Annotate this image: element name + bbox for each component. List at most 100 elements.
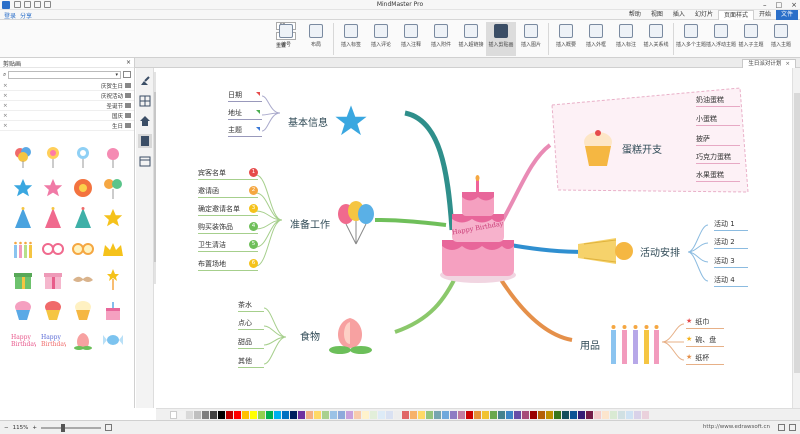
color-swatch[interactable] (490, 410, 497, 419)
color-swatch[interactable] (386, 410, 393, 419)
insert-topic-button[interactable]: 插入主题 (766, 22, 796, 56)
color-swatch[interactable] (586, 410, 593, 419)
party-hat-icon[interactable] (8, 203, 38, 234)
color-swatch[interactable] (538, 410, 545, 419)
subtopic-set-up-venue[interactable]: 6 布置场地 (198, 259, 258, 271)
color-swatch[interactable] (314, 410, 321, 419)
color-swatch[interactable] (506, 410, 513, 419)
cupcake-icon[interactable] (68, 295, 98, 326)
subtopic-buy-decorations[interactable]: 4 购买装饰品 (198, 222, 258, 234)
subtopic-invitation[interactable]: 2 邀请函 (198, 186, 258, 198)
happy-birthday-text-icon[interactable]: Happy Birthday (8, 325, 38, 356)
zoom-slider-knob[interactable] (60, 423, 65, 432)
star-icon[interactable] (8, 173, 38, 204)
color-swatch[interactable] (186, 410, 193, 419)
color-swatch[interactable] (418, 410, 425, 419)
subtopic-date[interactable]: 日期 (228, 90, 262, 102)
color-swatch[interactable] (210, 410, 217, 419)
color-swatch[interactable] (530, 410, 537, 419)
color-swatch[interactable] (634, 410, 641, 419)
clipart-panel-icon[interactable] (138, 134, 152, 148)
color-swatch[interactable] (258, 410, 265, 419)
canvas-scroll-thumb[interactable] (794, 93, 800, 373)
grid-icon[interactable] (138, 94, 152, 108)
insert-comment-button[interactable]: 插入评论 (366, 22, 396, 56)
insert-note-button[interactable]: 插入注释 (396, 22, 426, 56)
color-swatch[interactable] (626, 410, 633, 419)
topic-basic-info[interactable]: 基本信息 (288, 104, 368, 138)
numbering-button[interactable]: 编号 (271, 22, 301, 56)
insert-attachment-button[interactable]: 插入附件 (426, 22, 456, 56)
color-swatch[interactable] (498, 410, 505, 419)
color-swatch[interactable] (194, 410, 201, 419)
color-swatch[interactable] (482, 410, 489, 419)
subtopic-tea[interactable]: 茶水 (238, 300, 264, 312)
color-swatch[interactable] (330, 410, 337, 419)
library-icon[interactable] (123, 71, 131, 78)
color-swatch[interactable] (298, 410, 305, 419)
subtopic-paper-cups[interactable]: ★ 纸杯 (686, 353, 724, 365)
subtopic-other[interactable]: 其他 (238, 356, 264, 368)
color-swatch[interactable] (450, 410, 457, 419)
subtopic-cream-cake[interactable]: 奶油蛋糕 (696, 95, 740, 107)
insert-clipart-button[interactable]: 插入剪贴画 (486, 22, 516, 56)
color-swatch[interactable] (410, 410, 417, 419)
subtopic-pizza[interactable]: 披萨 (696, 134, 740, 146)
gift-icon[interactable] (8, 264, 38, 295)
minimize-icon[interactable]: – (763, 1, 767, 9)
remove-category-icon[interactable]: × (3, 113, 8, 119)
candy-icon[interactable] (98, 325, 128, 356)
lollipop-icon[interactable] (68, 142, 98, 173)
glasses-icon[interactable] (38, 234, 68, 265)
fit-page-icon[interactable] (104, 424, 112, 431)
color-swatch[interactable] (562, 410, 569, 419)
color-swatch[interactable] (338, 410, 345, 419)
gift-icon[interactable] (38, 264, 68, 295)
format-brush-icon[interactable] (138, 74, 152, 88)
subtopic-activity-2[interactable]: 活动 2 (714, 237, 748, 249)
subtopic-tissues[interactable]: ★ 纸巾 (686, 317, 724, 329)
topic-food[interactable]: 食物 (300, 314, 376, 356)
happy-birthday-text-icon[interactable]: Happy Birthday (38, 325, 68, 356)
color-swatch[interactable] (346, 410, 353, 419)
insert-tag-button[interactable]: 插入标签 (336, 22, 366, 56)
home-icon[interactable] (138, 114, 152, 128)
topic-cake-expenses[interactable]: 蛋糕开支 (580, 128, 662, 168)
party-hat-icon[interactable] (68, 203, 98, 234)
subtopic-confirm-invitees[interactable]: 3 确定邀请名单 (198, 204, 258, 216)
category-item[interactable]: × 庆祝活动 (0, 91, 134, 101)
insert-callout-button[interactable]: 插入标注 (611, 22, 641, 56)
color-swatch[interactable] (362, 410, 369, 419)
subtopic-activity-1[interactable]: 活动 1 (714, 219, 748, 231)
category-item[interactable]: × 庆贺生日 (0, 81, 134, 91)
color-swatch[interactable] (178, 410, 185, 419)
balloons-icon[interactable] (8, 142, 38, 173)
subtopic-guest-list[interactable]: 1 宾客名单 (198, 168, 258, 180)
insert-hyperlink-button[interactable]: 插入超链接 (456, 22, 486, 56)
color-swatch[interactable] (202, 410, 209, 419)
color-swatch[interactable] (474, 410, 481, 419)
star-icon[interactable] (98, 203, 128, 234)
flower-icon[interactable] (68, 173, 98, 204)
color-swatch[interactable] (266, 410, 273, 419)
color-swatch[interactable] (570, 410, 577, 419)
zoom-in-icon[interactable]: + (32, 425, 37, 431)
wand-icon[interactable] (98, 264, 128, 295)
mindmap-canvas[interactable]: Happy Birthday 基本信息 日期 地址 主题 准备工作 1 宾客名单 … (156, 68, 800, 408)
color-swatch[interactable] (378, 410, 385, 419)
topic-activities[interactable]: 活动安排 (576, 236, 680, 266)
party-hat-icon[interactable] (38, 203, 68, 234)
color-swatch[interactable] (234, 410, 241, 419)
color-swatch[interactable] (514, 410, 521, 419)
subtopic-chocolate-cake[interactable]: 巧克力蛋糕 (696, 152, 740, 164)
color-swatch[interactable] (274, 410, 281, 419)
color-swatch[interactable] (242, 410, 249, 419)
color-swatch[interactable] (602, 410, 609, 419)
crown-icon[interactable] (98, 234, 128, 265)
color-swatch[interactable] (618, 410, 625, 419)
remove-category-icon[interactable]: × (3, 93, 8, 99)
balloons-icon[interactable] (98, 173, 128, 204)
color-swatch[interactable] (218, 410, 225, 419)
subtopic-activity-3[interactable]: 活动 3 (714, 256, 748, 268)
color-swatch[interactable] (250, 410, 257, 419)
